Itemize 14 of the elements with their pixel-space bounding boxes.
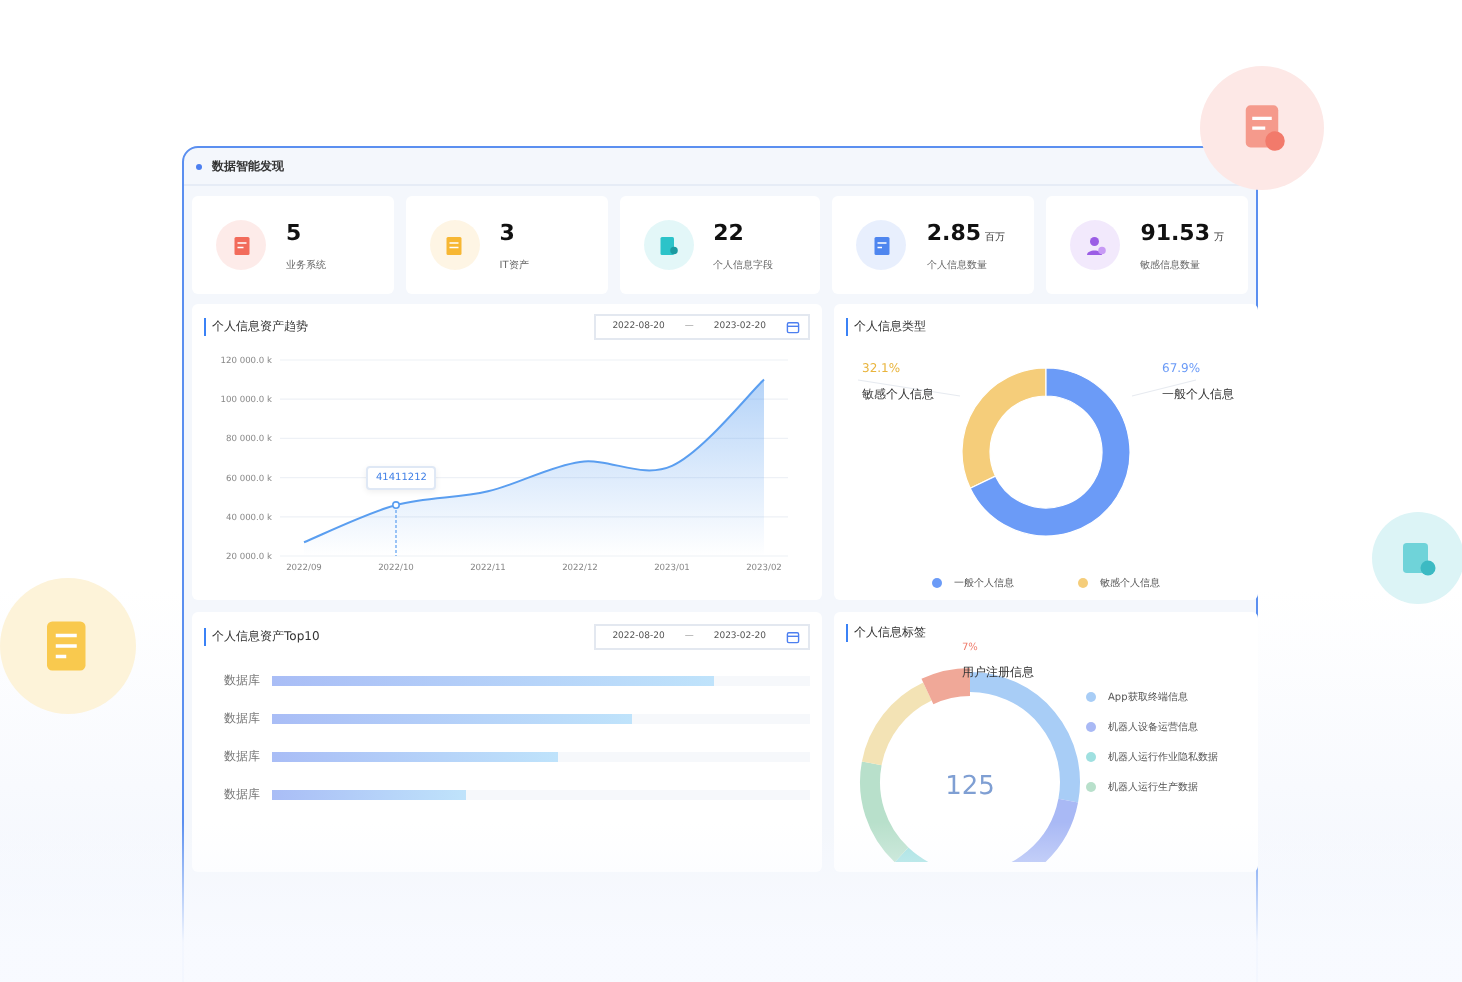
stat-value: 91.53 (1140, 219, 1210, 245)
guide-line (395, 504, 397, 557)
total-value: 125 (945, 772, 995, 802)
stat-value: 3 (499, 219, 515, 245)
legend-dot (1078, 578, 1088, 588)
legend-dot (932, 578, 942, 588)
calendar-icon[interactable] (786, 629, 800, 643)
stat-value: 2.85 (926, 219, 982, 245)
file-icon (1398, 538, 1438, 578)
leader-line (857, 379, 961, 397)
stat-value: 5 (286, 219, 302, 245)
data-point (392, 501, 400, 510)
calendar-icon[interactable] (786, 320, 800, 334)
stat-value: 22 (713, 219, 744, 245)
